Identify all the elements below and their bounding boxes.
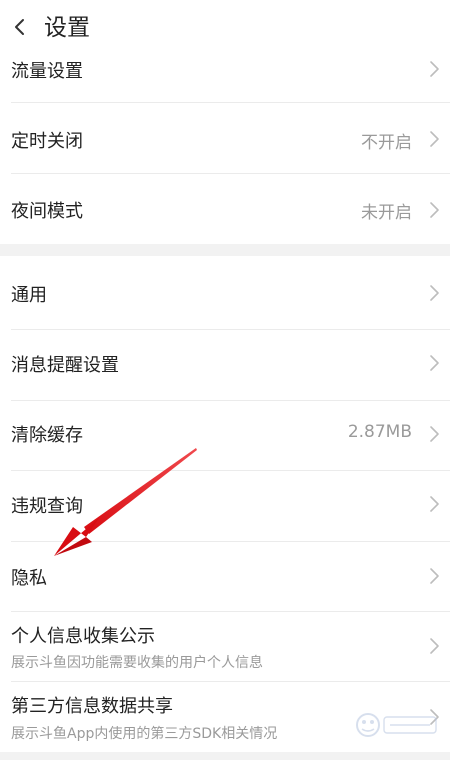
row-night-mode[interactable]: 夜间模式 未开启 [0, 174, 450, 244]
row-personal-info-disclosure[interactable]: 个人信息收集公示 展示斗鱼因功能需要收集的用户个人信息 [0, 612, 450, 681]
row-value: 未开启 [361, 203, 412, 223]
row-value: 不开启 [361, 133, 412, 153]
row-label: 第三方信息数据共享 [11, 696, 173, 717]
row-description: 展示斗鱼因功能需要收集的用户个人信息 [11, 655, 263, 671]
settings-group-1: 流量设置 定时关闭 不开启 夜间模式 未开启 [0, 52, 450, 244]
row-violation-query[interactable]: 违规查询 [0, 471, 450, 541]
row-label: 消息提醒设置 [11, 355, 119, 376]
chevron-right-icon [430, 355, 439, 371]
chevron-right-icon [430, 202, 439, 218]
chevron-right-icon [430, 285, 439, 301]
settings-page: 设置 流量设置 定时关闭 不开启 夜间模式 未开启 通用 消息提醒设置 清除缓存… [0, 0, 450, 760]
row-clear-cache[interactable]: 清除缓存 2.87MB [0, 401, 450, 470]
row-notification-settings[interactable]: 消息提醒设置 [0, 330, 450, 400]
row-timer-off[interactable]: 定时关闭 不开启 [0, 103, 450, 174]
page-title: 设置 [44, 15, 90, 41]
row-label: 定时关闭 [11, 131, 83, 152]
row-label: 夜间模式 [11, 201, 83, 222]
chevron-right-icon [430, 496, 439, 512]
row-general[interactable]: 通用 [0, 256, 450, 329]
chevron-left-icon [15, 19, 24, 35]
row-traffic-settings[interactable]: 流量设置 [0, 52, 450, 102]
row-value: 2.87MB [347, 422, 412, 442]
row-label: 流量设置 [11, 61, 83, 82]
settings-group-2: 通用 消息提醒设置 清除缓存 2.87MB 违规查询 隐私 个人信息收集公示 展… [0, 256, 450, 752]
row-label: 违规查询 [11, 496, 83, 517]
row-privacy[interactable]: 隐私 [0, 542, 450, 611]
row-description: 展示斗鱼App内使用的第三方SDK相关情况 [11, 726, 278, 742]
back-button[interactable] [6, 12, 34, 42]
chevron-right-icon [430, 568, 439, 584]
chevron-right-icon [430, 426, 439, 442]
chevron-right-icon [430, 131, 439, 147]
row-label: 隐私 [11, 568, 47, 589]
row-label: 个人信息收集公示 [11, 626, 155, 647]
watermark-logo [356, 713, 437, 737]
chevron-right-icon [430, 61, 439, 77]
row-label: 清除缓存 [11, 425, 83, 446]
top-bar: 设置 [0, 0, 450, 52]
chevron-right-icon [430, 638, 439, 654]
row-label: 通用 [11, 285, 47, 306]
